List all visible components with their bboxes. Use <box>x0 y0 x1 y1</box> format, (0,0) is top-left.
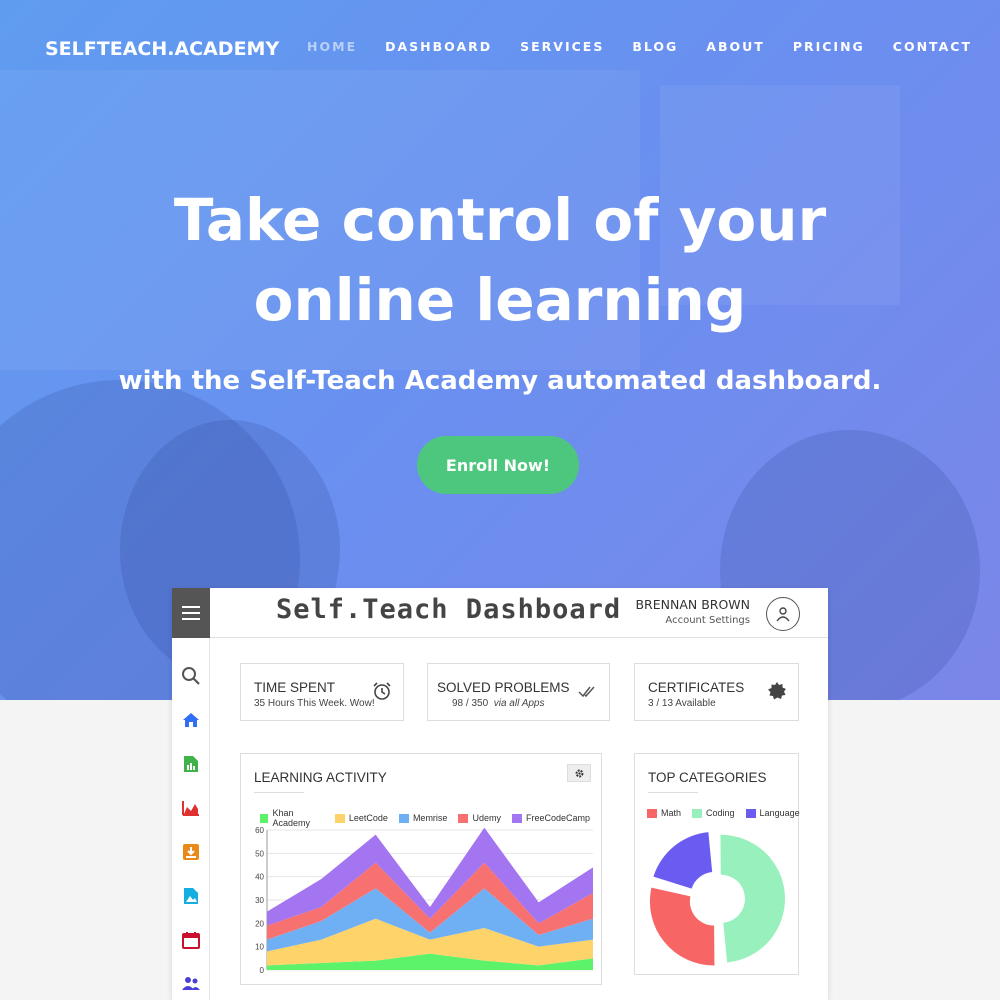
image-file-icon[interactable] <box>181 886 201 906</box>
search-icon[interactable] <box>181 666 201 686</box>
top-categories-chart <box>649 832 785 966</box>
top-categories-card: TOP CATEGORIES Math Coding Language <box>634 753 800 975</box>
nav-home[interactable]: HOME <box>307 39 357 54</box>
stat-title: CERTIFICATES <box>648 680 745 695</box>
card-title: TOP CATEGORIES <box>648 770 767 785</box>
y-tick-label: 50 <box>255 849 264 858</box>
legend-swatch <box>647 808 657 818</box>
badge-icon <box>766 680 788 702</box>
double-check-icon <box>577 680 599 702</box>
nav-about[interactable]: ABOUT <box>706 39 765 54</box>
nav-pricing[interactable]: PRICING <box>793 39 865 54</box>
area-chart-icon[interactable] <box>181 798 201 818</box>
alarm-clock-icon <box>371 680 393 702</box>
legend-swatch <box>260 813 269 823</box>
stat-card-certificates: CERTIFICATES 3 / 13 Available <box>634 663 799 721</box>
legend-swatch <box>511 813 522 823</box>
enroll-button[interactable]: Enroll Now! <box>417 436 579 494</box>
hero-headline: Take control of your online learning <box>173 186 827 334</box>
y-tick-label: 20 <box>255 919 264 928</box>
y-tick-label: 40 <box>255 873 264 882</box>
title-underline <box>648 792 698 793</box>
y-tick-label: 10 <box>255 943 264 952</box>
legend-swatch <box>745 808 756 818</box>
user-name[interactable]: BRENNAN BROWN <box>635 597 750 612</box>
report-icon[interactable] <box>181 754 201 774</box>
legend-swatch <box>398 813 409 823</box>
legend-swatch <box>692 808 703 818</box>
dashboard-preview: Self.Teach Dashboard BRENNAN BROWN Accou… <box>172 588 828 1000</box>
learning-activity-chart: 0 10 20 30 40 50 60 <box>255 826 593 975</box>
donut-slice-math <box>649 887 715 966</box>
donut-slice-coding <box>720 834 785 963</box>
nav-services[interactable]: SERVICES <box>520 39 604 54</box>
settings-gear-icon[interactable] <box>567 764 591 782</box>
nav-dashboard[interactable]: DASHBOARD <box>385 39 492 54</box>
title-underline <box>254 792 304 793</box>
hero-subhead: with the Self-Teach Academy automated da… <box>118 366 882 396</box>
stat-value: 98 / 350 via all Apps <box>452 698 545 709</box>
categories-legend: Math Coding Language <box>647 808 811 818</box>
legend-item: Math <box>647 808 681 818</box>
legend-item: Coding <box>692 808 735 818</box>
y-tick-label: 60 <box>255 826 264 835</box>
stat-card-time: TIME SPENT 35 Hours This Week. Wow! <box>240 663 404 721</box>
dashboard-title: Self.Teach Dashboard <box>276 594 622 625</box>
dashboard-sidebar <box>172 638 210 1000</box>
stat-value: 35 Hours This Week. Wow! <box>254 698 375 709</box>
dashboard-header: Self.Teach Dashboard BRENNAN BROWN Accou… <box>210 588 828 638</box>
calendar-icon[interactable] <box>181 930 201 950</box>
avatar-icon[interactable] <box>766 597 800 631</box>
hamburger-menu-icon[interactable] <box>172 588 210 638</box>
nav-blog[interactable]: BLOG <box>632 39 678 54</box>
brand-logo[interactable]: SELFTEACH.ACADEMY <box>45 38 279 60</box>
stat-value: 3 / 13 Available <box>648 698 716 709</box>
donut-slice-language <box>653 832 713 889</box>
card-title: LEARNING ACTIVITY <box>254 770 387 785</box>
legend-swatch <box>458 813 469 823</box>
legend-item: Language <box>745 808 800 818</box>
people-icon[interactable] <box>181 974 201 994</box>
legend-swatch <box>334 813 345 823</box>
nav-contact[interactable]: CONTACT <box>893 39 972 54</box>
main-nav: HOME DASHBOARD SERVICES BLOG ABOUT PRICI… <box>279 39 972 54</box>
y-tick-label: 0 <box>260 966 265 975</box>
account-settings-link[interactable]: Account Settings <box>665 615 750 626</box>
learning-activity-card: LEARNING ACTIVITY Khan Academy LeetCode … <box>240 753 602 985</box>
stat-title: TIME SPENT <box>254 680 336 695</box>
stat-card-problems: SOLVED PROBLEMS 98 / 350 via all Apps <box>427 663 610 721</box>
y-tick-label: 30 <box>255 896 264 905</box>
home-icon[interactable] <box>181 710 201 730</box>
download-box-icon[interactable] <box>181 842 201 862</box>
stat-title: SOLVED PROBLEMS <box>437 680 570 695</box>
